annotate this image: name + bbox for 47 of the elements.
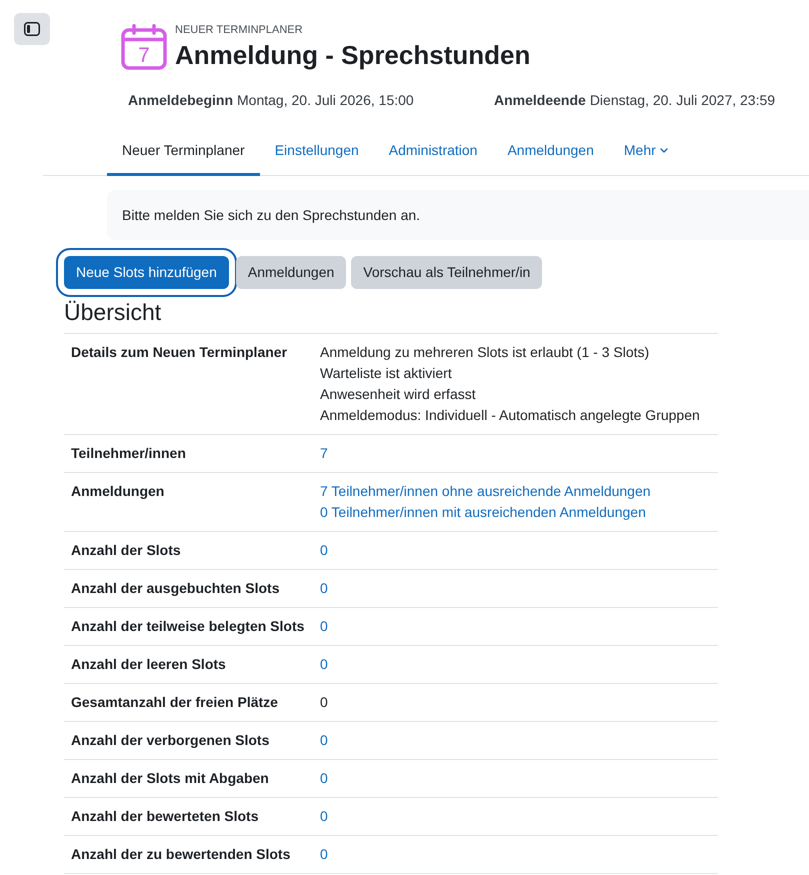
row-label: Anzahl der bewerteten Slots <box>70 807 260 826</box>
nav-tab[interactable]: Mehr <box>608 128 683 176</box>
row-label: Anzahl der zu bewertenden Slots <box>70 845 292 864</box>
sidebar-toggle-button[interactable] <box>14 13 50 45</box>
value-text: Anmeldemodus: Individuell - Automatisch angelegte Gruppen <box>320 406 700 425</box>
value-link[interactable]: 0 <box>320 768 328 789</box>
row-label: Anzahl der Slots mit Abgaben <box>70 769 270 788</box>
value-link[interactable]: 0 Teilnehmer/innen mit ausreichenden Anmeldungen <box>320 502 646 523</box>
value-link[interactable]: 0 <box>320 578 328 599</box>
caret-icon <box>660 148 668 152</box>
value-link[interactable]: 0 <box>320 806 328 827</box>
row-label: Anzahl der Slots <box>70 541 182 560</box>
action-button[interactable]: Neue Slots hinzufügen <box>64 256 229 289</box>
value-link[interactable]: 7 Teilnehmer/innen ohne ausreichende Anmeldungen <box>320 481 651 502</box>
nav-tab[interactable]: Einstellungen <box>260 128 374 176</box>
row-label: Gesamtanzahl der freien Plätze <box>70 693 279 712</box>
value-link[interactable]: 0 <box>320 730 328 751</box>
date-value: Montag, 20. Juli 2026, 15:00 <box>237 92 414 108</box>
row-label: Anzahl der leeren Slots <box>70 655 227 674</box>
nav-tab[interactable]: Neuer Terminplaner <box>107 128 260 176</box>
nav-tab[interactable]: Anmeldungen <box>492 128 609 176</box>
date-label: Anmeldeende <box>494 92 586 108</box>
value-text: Anmeldung zu mehreren Slots ist erlaubt (1 - 3 Slots) <box>320 343 650 362</box>
value-link[interactable]: 7 <box>320 443 328 464</box>
nav-tab[interactable]: Administration <box>374 128 492 176</box>
value-link[interactable]: 0 <box>320 654 328 675</box>
activity-type-label: NEUER TERMINPLANER <box>175 24 304 37</box>
row-label: Details zum Neuen Terminplaner <box>70 343 288 362</box>
row-label: Anzahl der teilweise belegten Slots <box>70 617 306 636</box>
value-text: 0 <box>320 693 328 712</box>
row-label: Anmeldungen <box>70 482 166 501</box>
sidebar-icon <box>24 22 40 36</box>
row-label: Teilnehmer/innen <box>70 444 187 463</box>
row-label: Anzahl der verborgenen Slots <box>70 731 270 750</box>
date-label: Anmeldebeginn <box>128 92 234 108</box>
value-text: Warteliste ist aktiviert <box>320 364 452 383</box>
page-title: Anmeldung - Sprechstunden <box>175 39 530 71</box>
section-heading: Übersicht <box>64 298 162 326</box>
value-link[interactable]: 0 <box>320 616 328 637</box>
row-label: Anzahl der ausgebuchten Slots <box>70 579 280 598</box>
date-value: Dienstag, 20. Juli 2027, 23:59 <box>590 92 776 108</box>
value-text: Anwesenheit wird erfasst <box>320 385 476 404</box>
action-button[interactable]: Vorschau als Teilnehmer/in <box>351 256 542 289</box>
notice-text: Bitte melden Sie sich zu den Sprechstunden an. <box>122 207 420 223</box>
value-link[interactable]: 0 <box>320 844 328 865</box>
action-button[interactable]: Anmeldungen <box>236 256 346 289</box>
value-link[interactable]: 0 <box>320 540 328 561</box>
